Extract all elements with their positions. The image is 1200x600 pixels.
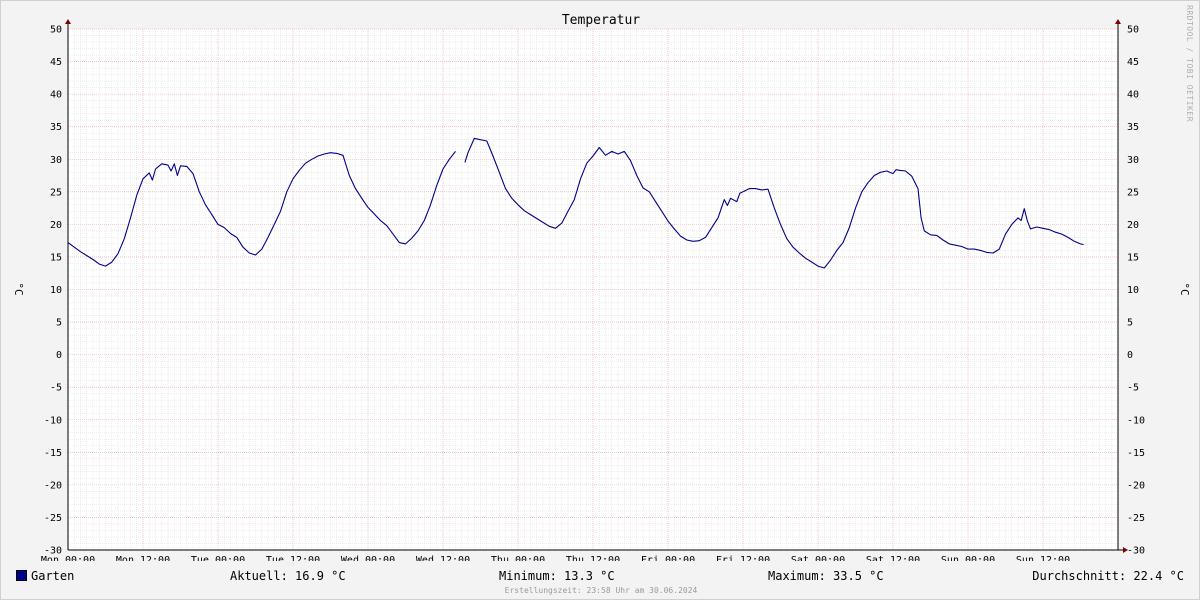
- x-tick-label: Sat 00:00: [791, 555, 845, 561]
- y-tick-label-left: 0: [56, 350, 62, 361]
- y-tick-label-right: -25: [1127, 513, 1145, 524]
- legend-swatch: [16, 570, 27, 581]
- stat-minimum: Minimum: 13.3 °C: [499, 569, 615, 583]
- y-tick-label-left: -10: [44, 415, 62, 426]
- y-tick-label-right: 10: [1127, 285, 1139, 296]
- y-tick-label-left: 50: [50, 25, 62, 36]
- y-tick-label-left: 10: [50, 285, 62, 296]
- x-tick-label: Mon 00:00: [41, 555, 95, 561]
- y-axis-right-ticks: 50454035302520151050-5-10-15-20-25-30: [1127, 25, 1145, 557]
- y-tick-label-right: 25: [1127, 187, 1139, 198]
- x-tick-label: Wed 12:00: [416, 555, 470, 561]
- legend-item-garten: Garten: [16, 569, 74, 583]
- legend-label: Garten: [31, 569, 75, 583]
- y-tick-label-right: 0: [1127, 350, 1133, 361]
- x-tick-label: Tue 00:00: [191, 555, 245, 561]
- y-axis-right-arrow: [1115, 19, 1121, 24]
- y-axis-label-left: °C: [12, 282, 25, 295]
- y-tick-label-right: 35: [1127, 122, 1139, 133]
- x-tick-label: Thu 00:00: [491, 555, 545, 561]
- y-tick-label-left: 40: [50, 90, 62, 101]
- y-tick-label-right: 45: [1127, 57, 1139, 68]
- x-tick-label: Fri 12:00: [716, 555, 770, 561]
- y-tick-label-right: -20: [1127, 480, 1145, 491]
- y-tick-label-right: -30: [1127, 546, 1145, 557]
- stat-average: Durchschnitt: 22.4 °C: [1032, 569, 1184, 583]
- y-tick-label-left: 15: [50, 252, 62, 263]
- y-axis-left-ticks: 50454035302520151050-5-10-15-20-25-30: [44, 25, 62, 557]
- y-tick-label-left: 20: [50, 220, 62, 231]
- x-tick-label: Sun 12:00: [1016, 555, 1070, 561]
- rrdtool-watermark: RRDTOOL / TOBI OETIKER: [1185, 5, 1194, 122]
- y-tick-label-left: -25: [44, 513, 62, 524]
- y-tick-label-right: -5: [1127, 383, 1139, 394]
- x-tick-label: Sat 12:00: [866, 555, 920, 561]
- x-tick-label: Wed 00:00: [341, 555, 395, 561]
- stat-current: Aktuell: 16.9 °C: [230, 569, 346, 583]
- y-tick-label-left: -20: [44, 480, 62, 491]
- creation-time-footer: Erstellungszeit: 23:58 Uhr am 30.06.2024: [504, 586, 698, 595]
- y-tick-label-left: 30: [50, 155, 62, 166]
- stat-maximum: Maximum: 33.5 °C: [768, 569, 884, 583]
- y-tick-label-right: 30: [1127, 155, 1139, 166]
- chart-title: Temperatur: [562, 13, 640, 28]
- y-axis-label-right: °C: [1178, 282, 1191, 295]
- y-tick-label-left: -15: [44, 448, 62, 459]
- y-axis-left-arrow: [65, 19, 71, 24]
- y-tick-label-right: 40: [1127, 90, 1139, 101]
- y-tick-label-right: 20: [1127, 220, 1139, 231]
- y-tick-label-right: -15: [1127, 448, 1145, 459]
- chart-svg: 50454035302520151050-5-10-15-20-25-30 50…: [12, 13, 1191, 561]
- x-tick-label: Sun 00:00: [941, 555, 995, 561]
- y-tick-label-left: 45: [50, 57, 62, 68]
- x-axis-ticks: Mon 00:00 Mon 12:00 Tue 00:00 Tue 12:00 Wed …: [41, 555, 1070, 561]
- y-tick-label-left: -5: [50, 383, 62, 394]
- y-tick-label-right: -10: [1127, 415, 1145, 426]
- temperature-chart: 50 45 40 35 30 25 20 15 10 5 0 -5 -10 -15 -20 -25 -30 50…: [0, 0, 1200, 600]
- y-tick-label-right: 50: [1127, 25, 1139, 36]
- y-tick-label-left: 5: [56, 318, 62, 329]
- y-tick-label-left: 35: [50, 122, 62, 133]
- x-tick-label: Mon 12:00: [116, 555, 170, 561]
- y-tick-label-right: 5: [1127, 318, 1133, 329]
- y-tick-label-left: 25: [50, 187, 62, 198]
- y-tick-label-right: 15: [1127, 252, 1139, 263]
- x-tick-label: Thu 12:00: [566, 555, 620, 561]
- x-tick-label: Fri 00:00: [641, 555, 695, 561]
- x-tick-label: Tue 12:00: [266, 555, 320, 561]
